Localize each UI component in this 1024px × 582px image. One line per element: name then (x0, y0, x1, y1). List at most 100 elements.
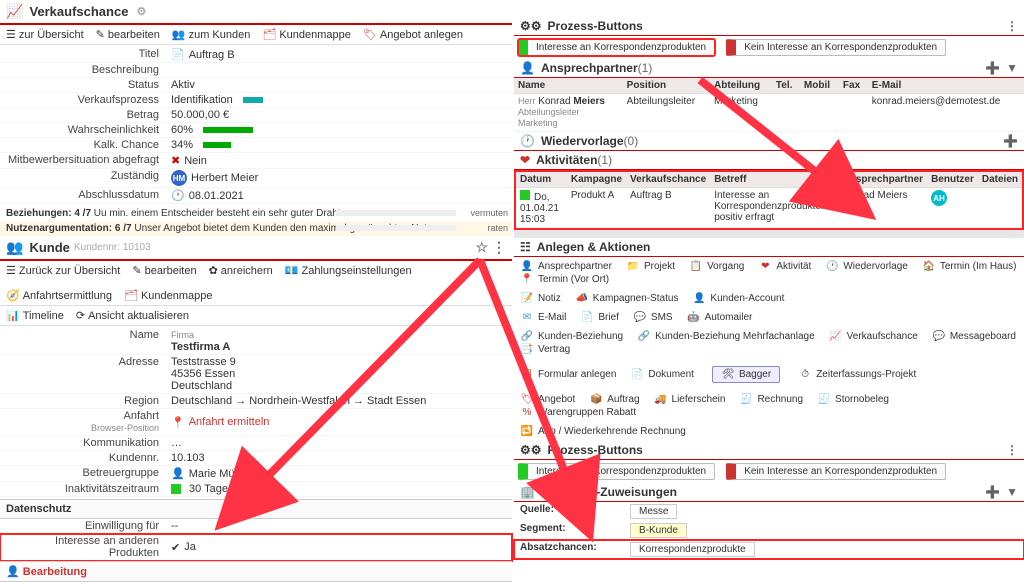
action-termin-haus[interactable]: 🏠Termin (Im Haus) (922, 261, 1017, 272)
tb-edit[interactable]: ✎bearbeiten (132, 264, 196, 277)
tb-route[interactable]: 🧭Anfahrtsermittlung (6, 289, 112, 302)
action-kbeziehung[interactable]: 🔗Kunden-Beziehung (520, 331, 623, 342)
tb-folder[interactable]: 🗂Kundenmappe (124, 289, 213, 302)
toolbar-customer[interactable]: 👥zum Kunden (172, 28, 250, 41)
mail-icon: ✉ (520, 312, 534, 323)
add-icon[interactable]: ➕ (985, 61, 1000, 75)
avatar: HM (171, 170, 187, 186)
link-icon: 🔗 (520, 331, 534, 342)
lbl-einw: Einwilligung für (6, 520, 171, 532)
col-email[interactable]: E-Mail (868, 78, 1024, 94)
more-icon[interactable]: ⋮ (492, 239, 506, 255)
lbl-mitb: Mitbewerbersituation abgefragt (6, 154, 171, 167)
tb-payment[interactable]: 💶Zahlungseinstellungen (285, 264, 412, 277)
col-ap[interactable]: Ansprechpartner (838, 172, 927, 188)
more-icon[interactable]: ⋮ (1006, 19, 1018, 33)
action-verkaufschance[interactable]: 📈Verkaufschance (829, 331, 918, 342)
col-fax[interactable]: Fax (839, 78, 868, 94)
action-rechnung[interactable]: 🧾Rechnung (739, 394, 803, 405)
action-formular[interactable]: 📋Formular anlegen (520, 363, 616, 386)
col-kamp[interactable]: Kampagne (567, 172, 626, 188)
action-bagger[interactable]: 🛠Bagger (712, 366, 780, 383)
col-abt[interactable]: Abteilung (710, 78, 772, 94)
col-user[interactable]: Benutzer (927, 172, 978, 188)
action-aktivitaet[interactable]: ❤Aktivität (758, 261, 811, 272)
more-icon[interactable]: ⋮ (1006, 443, 1018, 457)
action-kampagnen[interactable]: 📣Kampagnen-Status (575, 293, 679, 304)
action-kbeziehung-multi[interactable]: 🔗Kunden-Beziehung Mehrfachanlage (637, 331, 815, 342)
col-datum[interactable]: Datum (516, 172, 567, 188)
action-vertrag[interactable]: 📑Vertrag (520, 344, 570, 355)
col-pos[interactable]: Position (623, 78, 710, 94)
toolbar-folder[interactable]: 🗂Kundenmappe (262, 28, 351, 41)
action-rabatt[interactable]: %Warengruppen Rabatt (520, 407, 636, 418)
action-termin-ort[interactable]: 📍Termin (Vor Ort) (520, 274, 609, 285)
tb-enrich[interactable]: ✿anreichern (209, 264, 273, 277)
delivery-icon: 🚚 (654, 394, 668, 405)
tag-absatz[interactable]: Korrespondenzprodukte (630, 542, 755, 557)
datenschutz-head: Datenschutz (0, 499, 512, 519)
action-zeiterfassung[interactable]: ⏱Zeiterfassungs-Projekt (798, 363, 916, 386)
heart-icon: ❤ (520, 153, 530, 167)
action-abo[interactable]: 🔁Abo / Wiederkehrende Rechnung (520, 426, 686, 437)
action-dokument[interactable]: 📄Dokument (630, 363, 694, 386)
val-wahr: 60% (171, 124, 506, 136)
action-storno[interactable]: 🧾Stornobeleg (817, 394, 889, 405)
tb-refresh[interactable]: ⟳Ansicht aktualisieren (76, 309, 189, 322)
table-row[interactable]: Herr Konrad MeiersAbteilungsleiterMarket… (514, 94, 1024, 132)
tag-quelle[interactable]: Messe (630, 504, 677, 519)
timeline-icon: 📊 (6, 309, 20, 322)
val-betrag: 50.000,00 € (171, 109, 506, 121)
action-auftrag[interactable]: 📦Auftrag (589, 394, 639, 405)
val-anfahrt[interactable]: 📍Anfahrt ermitteln (171, 410, 506, 434)
val-adresse: Teststrasse 945356 EssenDeutschland (171, 356, 506, 392)
trend-icon: 📈 (6, 3, 23, 20)
action-wiedervorlage[interactable]: 🕐Wiedervorlage (825, 261, 907, 272)
action-ansprechpartner[interactable]: 👤Ansprechpartner (520, 261, 612, 272)
table-row[interactable]: Do, 01.04.21 15:03 Produkt A Auftrag B I… (516, 188, 1022, 228)
col-vc[interactable]: Verkaufschance (626, 172, 710, 188)
clock-icon: 🕐 (520, 134, 535, 148)
add-icon[interactable]: ➕ (985, 485, 1000, 499)
toolbar-overview[interactable]: ☰zur Übersicht (6, 28, 84, 41)
process-buttons-head-2: ⚙⚙ Prozess-Buttons ⋮ (514, 441, 1024, 460)
action-vorgang[interactable]: 📋Vorgang (689, 261, 744, 272)
filter-icon[interactable]: ▼ (1006, 61, 1018, 75)
tb-back[interactable]: ☰Zurück zur Übersicht (6, 264, 120, 277)
btn-interest-yes-2[interactable]: Interesse an Korrespondenzprodukten (518, 463, 715, 480)
action-automailer[interactable]: 🤖Automailer (687, 312, 753, 323)
toolbar-edit[interactable]: ✎bearbeiten (96, 28, 160, 41)
filter-icon[interactable]: ▼ (1006, 485, 1018, 499)
col-files[interactable]: Dateien (978, 172, 1022, 188)
action-lieferschein[interactable]: 🚚Lieferschein (654, 394, 726, 405)
folder-icon: 🗂 (124, 289, 138, 302)
action-angebot[interactable]: 🏷Angebot (520, 394, 575, 405)
enrich-icon: ✿ (209, 264, 218, 277)
action-projekt[interactable]: 📁Projekt (626, 261, 675, 272)
star-icon[interactable]: ☆ (476, 239, 489, 255)
btn-interest-yes[interactable]: Interesse an Korrespondenzprodukten (518, 39, 715, 56)
action-account[interactable]: 👤Kunden-Account (692, 293, 784, 304)
user-icon: 👤 (171, 467, 185, 480)
btn-interest-no[interactable]: Kein Interesse an Korrespondenzprodukten (726, 39, 946, 56)
col-name[interactable]: Name (514, 78, 623, 94)
lbl-abs: Abschlussdatum (6, 189, 171, 202)
btn-interest-no-2[interactable]: Kein Interesse an Korrespondenzprodukten (726, 463, 946, 480)
toolbar-offer[interactable]: 🏷Angebot anlegen (363, 28, 463, 41)
col-tel[interactable]: Tel. (772, 78, 800, 94)
resubmit-head: 🕐 Wiedervorlage (0) ➕ (514, 132, 1024, 151)
action-sms[interactable]: 💬SMS (633, 312, 673, 323)
val-abs: 🕐08.01.2021 (171, 189, 506, 202)
action-email[interactable]: ✉E-Mail (520, 312, 566, 323)
settings-icon[interactable]: ⚙ (136, 5, 146, 18)
add-icon[interactable]: ➕ (1003, 134, 1018, 148)
action-messageboard[interactable]: 💬Messageboard (932, 331, 1016, 342)
tag-segment[interactable]: B-Kunde (630, 523, 687, 538)
page-title: Verkaufschance (29, 4, 128, 19)
campaign-icon: 📣 (575, 293, 589, 304)
action-notiz[interactable]: 📝Notiz (520, 293, 561, 304)
action-brief[interactable]: 📄Brief (580, 312, 619, 323)
col-betreff[interactable]: Betreff (710, 172, 838, 188)
col-mobil[interactable]: Mobil (800, 78, 839, 94)
tb-timeline[interactable]: 📊Timeline (6, 309, 64, 322)
